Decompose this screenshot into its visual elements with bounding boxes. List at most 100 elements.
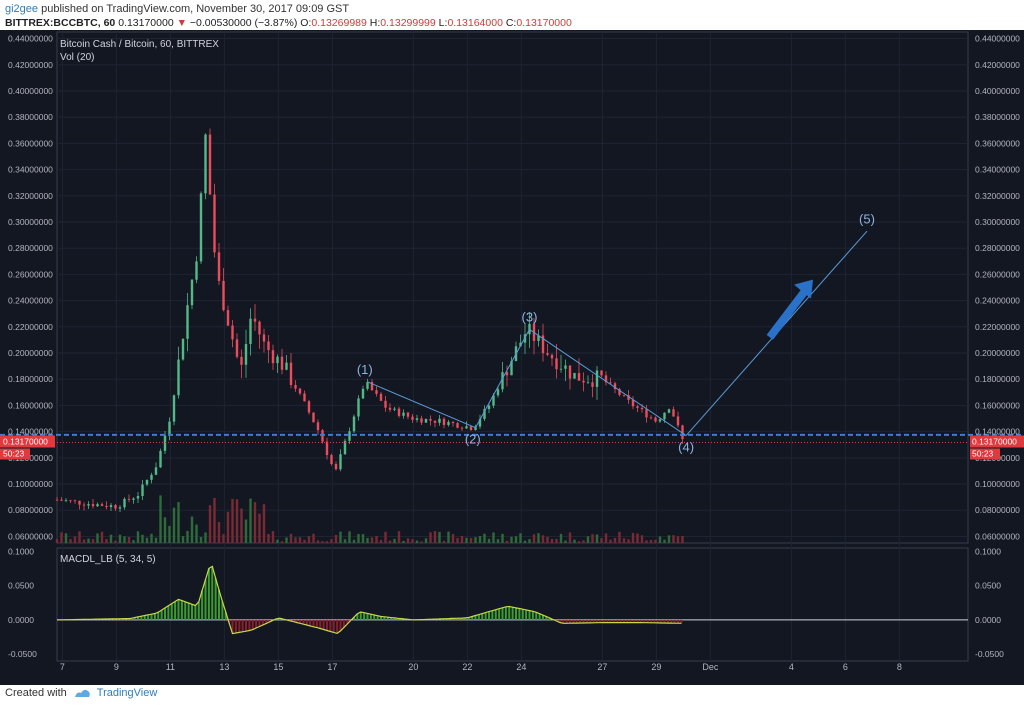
volume-bar xyxy=(627,539,630,543)
x-tick: 11 xyxy=(166,662,175,672)
candle-body xyxy=(595,370,599,387)
volume-bar xyxy=(307,536,311,543)
volume-bar xyxy=(618,531,621,543)
y-tick-right: 0.42000000 xyxy=(975,60,1020,70)
candle-body xyxy=(73,500,77,502)
volume-bar xyxy=(622,538,626,543)
candle-body xyxy=(240,356,243,365)
candle-body xyxy=(100,504,104,506)
volume-bar xyxy=(69,539,72,543)
candle-body xyxy=(123,498,126,508)
volume-bar xyxy=(145,537,149,543)
x-tick: 29 xyxy=(651,662,661,672)
candle-body xyxy=(82,504,86,506)
x-tick: 22 xyxy=(462,662,472,672)
y-tick-left: 0.40000000 xyxy=(8,86,53,96)
volume-bar xyxy=(163,517,167,543)
volume-bar xyxy=(154,537,158,543)
y-tick-right: 0.16000000 xyxy=(975,400,1020,410)
candle-body xyxy=(334,463,338,470)
candle-body xyxy=(424,418,428,423)
y-tick-right: 0.38000000 xyxy=(975,112,1020,122)
volume-bar xyxy=(100,531,104,543)
y-tick-right: 0.10000000 xyxy=(975,479,1020,489)
volume-bar xyxy=(60,532,63,543)
volume-bar xyxy=(672,535,675,543)
volume-bar xyxy=(600,538,603,543)
candle-body xyxy=(361,388,365,399)
candle-body xyxy=(667,409,671,413)
volume-bar xyxy=(213,497,216,543)
grid-lines xyxy=(56,31,969,662)
volume-bar xyxy=(564,540,567,543)
candle-body xyxy=(456,423,459,428)
candle-body xyxy=(312,412,315,423)
y-tick-left: 0.08000000 xyxy=(8,505,53,515)
candle-body xyxy=(303,393,306,402)
volume-bar xyxy=(136,531,140,543)
last-price: 0.13170000 xyxy=(118,17,174,29)
volume-bar xyxy=(429,532,432,543)
candle-body xyxy=(280,356,284,370)
y-tick-left: 0.44000000 xyxy=(8,34,53,44)
y-tick-left: 0.16000000 xyxy=(8,400,53,410)
candle-body xyxy=(154,467,158,475)
high-label: H: xyxy=(369,17,381,29)
candle-body xyxy=(222,280,225,311)
candle-body xyxy=(555,358,558,370)
candle-body xyxy=(600,370,603,376)
candle-body xyxy=(159,450,162,468)
candle-body xyxy=(559,368,563,370)
volume-bar xyxy=(415,540,419,543)
volume-bar xyxy=(420,541,423,543)
volume-bar xyxy=(555,538,558,543)
last-price-left: 0.13170000 xyxy=(3,437,48,447)
volume-bar xyxy=(460,535,464,543)
candle-body xyxy=(177,359,180,396)
wave-label: (2) xyxy=(465,431,481,446)
y-tick-right: 0.34000000 xyxy=(975,165,1020,175)
candle-body xyxy=(298,388,302,394)
candle-body xyxy=(352,416,356,432)
candle-body xyxy=(397,408,401,416)
arrow-shaft xyxy=(766,287,810,340)
chart-area[interactable]: (1) (2) (3) (4) (5) 0.44000000 0.44000000 0.42… xyxy=(0,30,1024,685)
y-tick-left: 0.22000000 xyxy=(8,322,53,332)
volume-bar xyxy=(397,531,401,543)
candle-body xyxy=(339,454,342,470)
wave-label: (4) xyxy=(678,439,694,454)
volume-bar xyxy=(573,539,576,543)
y-tick-left: 0.24000000 xyxy=(8,296,53,306)
candle-body xyxy=(244,343,248,365)
candle-body xyxy=(375,390,378,394)
candle-body xyxy=(663,412,666,420)
candle-body xyxy=(208,134,212,195)
candle-body xyxy=(136,496,140,499)
volume-bar xyxy=(159,495,162,543)
volume-bar xyxy=(208,505,212,543)
volume-bar xyxy=(195,524,198,543)
tradingview-link[interactable]: TradingView xyxy=(97,687,158,699)
volume-bar xyxy=(258,513,261,543)
candle-body xyxy=(451,421,455,424)
volume-bar xyxy=(640,535,644,543)
last-price-right: 0.13170000 xyxy=(972,437,1017,447)
volume-bar xyxy=(181,536,185,543)
volume-bar xyxy=(114,540,117,543)
open-label: O: xyxy=(300,17,312,29)
candle-body xyxy=(267,341,270,351)
price-change: −0.00530000 (−3.87%) xyxy=(189,17,298,29)
chart-svg[interactable]: (1) (2) (3) (4) (5) 0.44000000 0.44000000 0.42… xyxy=(0,30,1024,685)
y-tick-right: 0.14000000 xyxy=(975,427,1020,437)
y-tick-left: 0.18000000 xyxy=(8,374,53,384)
volume-bar xyxy=(604,533,608,543)
volume-bar xyxy=(595,534,599,543)
volume-bar xyxy=(150,533,153,543)
volume-bar xyxy=(550,538,554,543)
candle-body xyxy=(631,399,635,407)
volume-bar xyxy=(316,540,320,543)
candle-body xyxy=(316,422,320,431)
volume-bar xyxy=(87,538,90,543)
y-tick-left: 0.06000000 xyxy=(8,531,53,541)
author-link[interactable]: gi2gee xyxy=(5,3,38,15)
